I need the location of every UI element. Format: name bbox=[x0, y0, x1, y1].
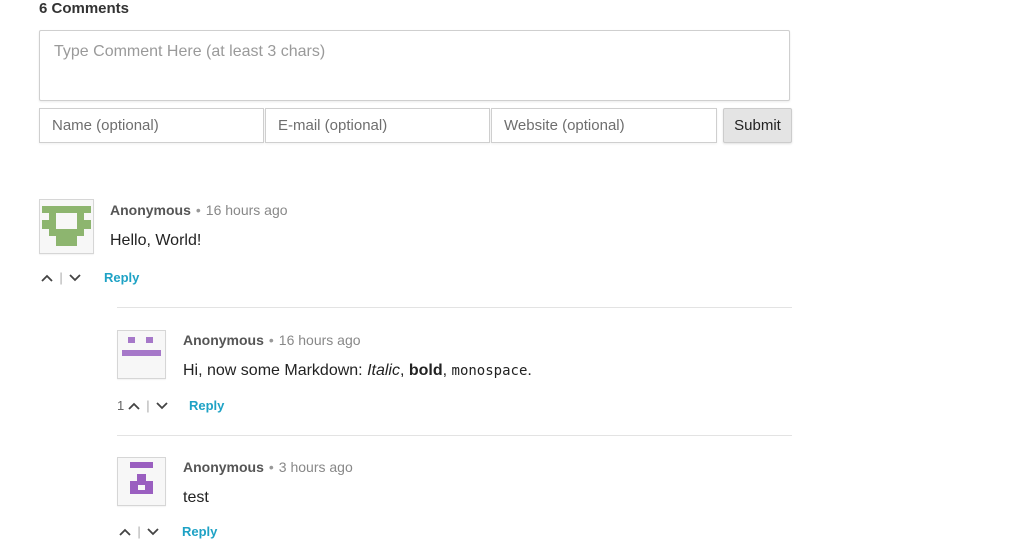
vote-separator: | bbox=[137, 524, 141, 539]
vote-score: 1 bbox=[117, 398, 125, 413]
vote-controls: | bbox=[119, 524, 159, 539]
author-name: Anonymous bbox=[110, 202, 191, 218]
submit-button[interactable]: Submit bbox=[723, 108, 792, 143]
avatar bbox=[39, 199, 94, 254]
identicon-violet bbox=[118, 458, 165, 505]
chevron-down-icon[interactable] bbox=[156, 399, 168, 413]
identicon-purple bbox=[118, 331, 165, 378]
email-field[interactable] bbox=[265, 108, 490, 143]
timestamp[interactable]: 16 hours ago bbox=[279, 332, 361, 348]
comments-section: 6 Comments Submit Anonymous•16 hours ago… bbox=[0, 0, 1027, 546]
name-field[interactable] bbox=[39, 108, 264, 143]
reply-link[interactable]: Reply bbox=[182, 524, 217, 539]
comment-text: test bbox=[183, 489, 209, 506]
author-name: Anonymous bbox=[183, 332, 264, 348]
comment-text: Hello, World! bbox=[110, 232, 202, 249]
timestamp[interactable]: 3 hours ago bbox=[279, 459, 353, 475]
vote-separator: | bbox=[146, 398, 150, 413]
reply-link[interactable]: Reply bbox=[189, 398, 224, 413]
vote-controls: 1 | bbox=[117, 398, 168, 413]
vote-controls: | bbox=[41, 270, 81, 285]
divider bbox=[117, 307, 792, 308]
avatar bbox=[117, 457, 166, 506]
comment-meta: Anonymous • 16 hours ago bbox=[110, 202, 288, 218]
chevron-up-icon[interactable] bbox=[119, 525, 134, 539]
chevron-up-icon[interactable] bbox=[41, 271, 56, 285]
vote-separator: | bbox=[59, 270, 63, 285]
website-field[interactable] bbox=[491, 108, 717, 143]
text-plain: , bbox=[399, 362, 409, 379]
chevron-down-icon[interactable] bbox=[147, 525, 159, 539]
text-bold: bold bbox=[408, 362, 443, 379]
text-plain: , bbox=[442, 362, 452, 379]
meta-separator: • bbox=[195, 202, 201, 218]
meta-separator: • bbox=[268, 459, 274, 475]
meta-separator: • bbox=[268, 332, 274, 348]
comment-text: Hi, now some Markdown: Italic, bold, mon… bbox=[183, 362, 532, 380]
chevron-down-icon[interactable] bbox=[69, 271, 81, 285]
author-name: Anonymous bbox=[183, 459, 264, 475]
text-monospace: monospace bbox=[451, 363, 528, 379]
text-plain: . bbox=[527, 362, 532, 379]
text-italic: Italic bbox=[367, 362, 400, 379]
reply-link[interactable]: Reply bbox=[104, 270, 139, 285]
comment-count: 6 Comments bbox=[39, 0, 130, 17]
text-plain: Hi, now some Markdown: bbox=[183, 362, 368, 379]
chevron-up-icon[interactable] bbox=[128, 399, 143, 413]
comment-meta: Anonymous • 3 hours ago bbox=[183, 459, 353, 475]
comment-meta: Anonymous • 16 hours ago bbox=[183, 332, 361, 348]
avatar bbox=[117, 330, 166, 379]
identicon-green bbox=[40, 200, 93, 253]
divider bbox=[117, 435, 792, 436]
comment-input[interactable] bbox=[39, 30, 790, 101]
timestamp[interactable]: 16 hours ago bbox=[206, 202, 288, 218]
